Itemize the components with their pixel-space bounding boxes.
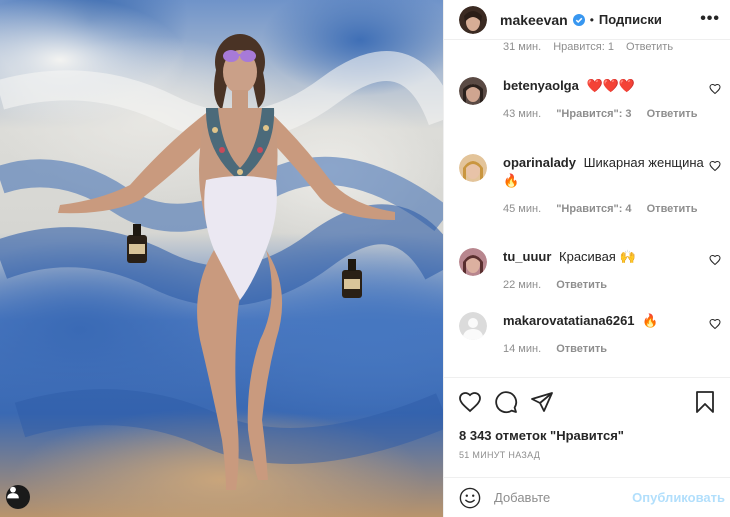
- commenter-avatar[interactable]: [459, 248, 487, 276]
- action-icons: [458, 390, 717, 414]
- comment-item: tu_uuur Красивая 🙌 22 мин. Ответить: [459, 248, 721, 291]
- bottle-left: [127, 224, 147, 263]
- comment-item: makarovatatiana6261 🔥 14 мин. Ответить: [459, 312, 721, 355]
- commenter-avatar[interactable]: [459, 77, 487, 105]
- comment-time: 43 мин.: [503, 108, 542, 120]
- comment-time: 31 мин.: [503, 41, 542, 53]
- default-avatar[interactable]: [459, 312, 487, 340]
- comment-body: oparinalady Шикарная женщина 🔥: [503, 154, 705, 190]
- comment-body: makarovatatiana6261 🔥: [503, 312, 705, 330]
- commenter-username[interactable]: oparinalady: [503, 155, 576, 170]
- commenter-avatar[interactable]: [459, 154, 487, 182]
- reply-button[interactable]: Ответить: [647, 203, 698, 215]
- comment-text: 🔥: [642, 313, 659, 328]
- tagged-users-button[interactable]: [6, 485, 30, 509]
- comment-text: Красивая 🙌: [559, 249, 636, 264]
- verified-icon: [572, 13, 585, 26]
- comment-icon[interactable]: [494, 390, 518, 414]
- heart-icon[interactable]: [709, 160, 721, 172]
- share-icon[interactable]: [530, 390, 554, 414]
- comments-list[interactable]: 31 мин. Нравится: 1 Ответить betenyaolga…: [444, 40, 730, 377]
- user-icon: [7, 486, 19, 499]
- publish-button[interactable]: Опубликовать: [632, 490, 725, 505]
- reply-button[interactable]: Ответить: [556, 279, 607, 291]
- comment-meta: 43 мин. "Нравится": 3 Ответить: [503, 108, 721, 120]
- comment-likes-count[interactable]: "Нравится": 4: [556, 203, 631, 215]
- post-header: makeevan • Подписки •••: [444, 0, 730, 40]
- reply-button[interactable]: Ответить: [647, 108, 698, 120]
- heart-icon[interactable]: [458, 390, 482, 414]
- post-actions: 8 343 отметок "Нравится" 51 МИНУТ НАЗАД: [444, 377, 730, 477]
- commenter-username[interactable]: makarovatatiana6261: [503, 313, 635, 328]
- comment-likes-count[interactable]: "Нравится": 3: [556, 108, 631, 120]
- comment-time: 22 мин.: [503, 279, 542, 291]
- comment-meta: 22 мин. Ответить: [503, 279, 721, 291]
- comment-item: betenyaolga ❤️❤️❤️ 43 мин. "Нравится": 3…: [459, 77, 721, 120]
- post-photo[interactable]: [0, 0, 443, 517]
- heart-icon[interactable]: [709, 318, 721, 330]
- photo-illustration: [0, 34, 443, 490]
- reply-button[interactable]: Ответить: [626, 41, 673, 53]
- bookmark-icon[interactable]: [693, 390, 717, 414]
- post-timestamp[interactable]: 51 МИНУТ НАЗАД: [459, 450, 540, 460]
- comment-time: 14 мин.: [503, 343, 542, 355]
- following-button[interactable]: Подписки: [599, 12, 662, 27]
- comment-item: oparinalady Шикарная женщина 🔥 45 мин. "…: [459, 154, 721, 215]
- likes-count[interactable]: 8 343 отметок "Нравится": [459, 428, 624, 443]
- reply-button[interactable]: Ответить: [556, 343, 607, 355]
- comment-likes-count[interactable]: Нравится: 1: [553, 41, 614, 53]
- more-icon[interactable]: •••: [700, 10, 720, 28]
- comment-meta: 45 мин. "Нравится": 4 Ответить: [503, 203, 721, 215]
- heart-icon[interactable]: [709, 83, 721, 95]
- post-side-panel: makeevan • Подписки ••• 31 мин. Нравится…: [443, 0, 730, 517]
- bottle-right: [342, 259, 362, 298]
- add-comment-bar: Опубликовать: [444, 477, 730, 517]
- partial-comment-meta: 31 мин. Нравится: 1 Ответить: [503, 41, 682, 53]
- heart-icon[interactable]: [709, 254, 721, 266]
- author-avatar[interactable]: [459, 5, 487, 34]
- header-separator: •: [589, 12, 594, 27]
- comment-meta: 14 мин. Ответить: [503, 343, 721, 355]
- author-username[interactable]: makeevan: [500, 12, 568, 28]
- comment-time: 45 мин.: [503, 203, 542, 215]
- commenter-username[interactable]: tu_uuur: [503, 249, 551, 264]
- emoji-icon[interactable]: [459, 487, 481, 509]
- commenter-username[interactable]: betenyaolga: [503, 78, 579, 93]
- comment-body: tu_uuur Красивая 🙌: [503, 248, 705, 266]
- comment-text: ❤️❤️❤️: [586, 78, 636, 93]
- comment-body: betenyaolga ❤️❤️❤️: [503, 77, 705, 95]
- comment-input[interactable]: [494, 490, 624, 505]
